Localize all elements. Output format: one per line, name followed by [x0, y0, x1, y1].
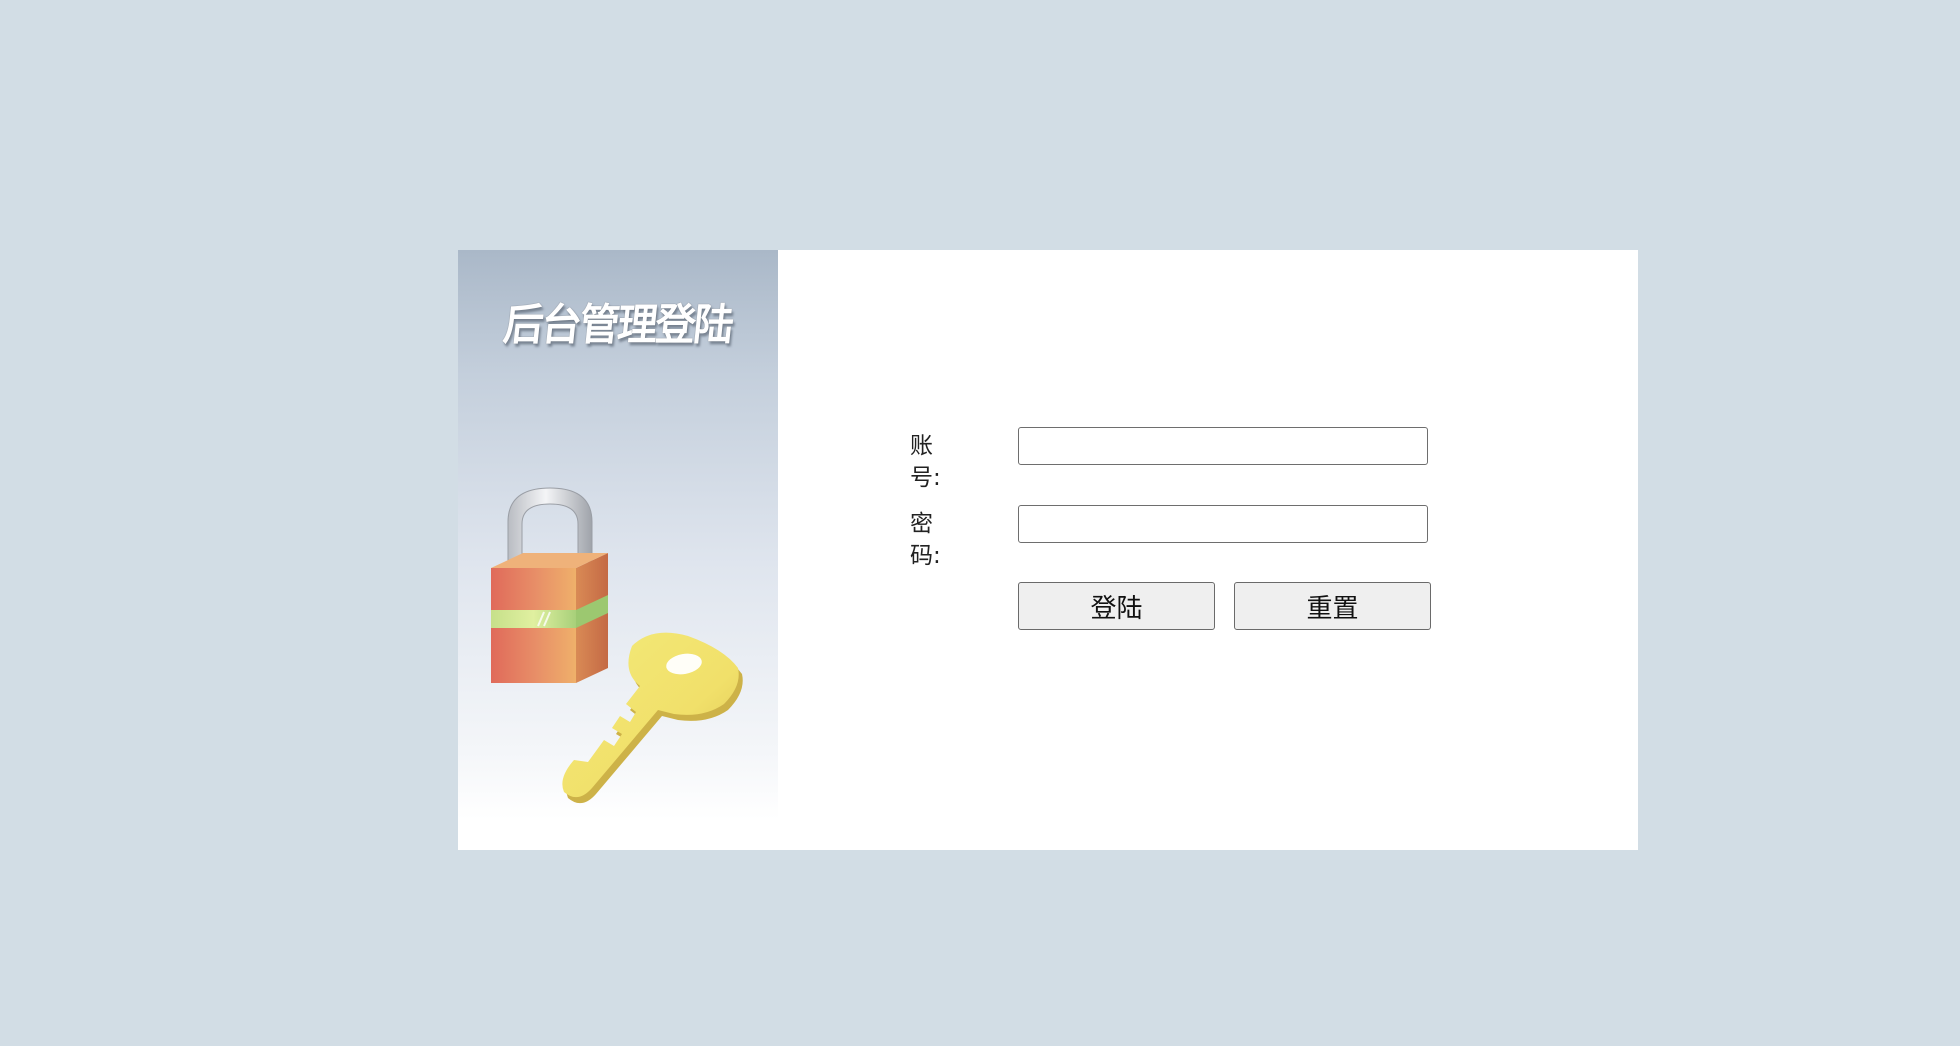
reset-button[interactable]: 重置: [1234, 582, 1431, 630]
login-side-panel: 后台管理登陆: [458, 250, 778, 820]
account-input[interactable]: [1018, 427, 1428, 465]
padlock-band: [491, 610, 576, 628]
password-input[interactable]: [1018, 505, 1428, 543]
password-label: 密码:: [910, 511, 941, 569]
padlock-and-key-icon: [491, 487, 743, 804]
padlock-shackle: [507, 487, 593, 563]
account-label: 账号:: [910, 433, 941, 491]
login-card: 后台管理登陆 账号: 密码: 登陆 重置: [458, 250, 1638, 850]
login-button[interactable]: 登陆: [1018, 582, 1215, 630]
